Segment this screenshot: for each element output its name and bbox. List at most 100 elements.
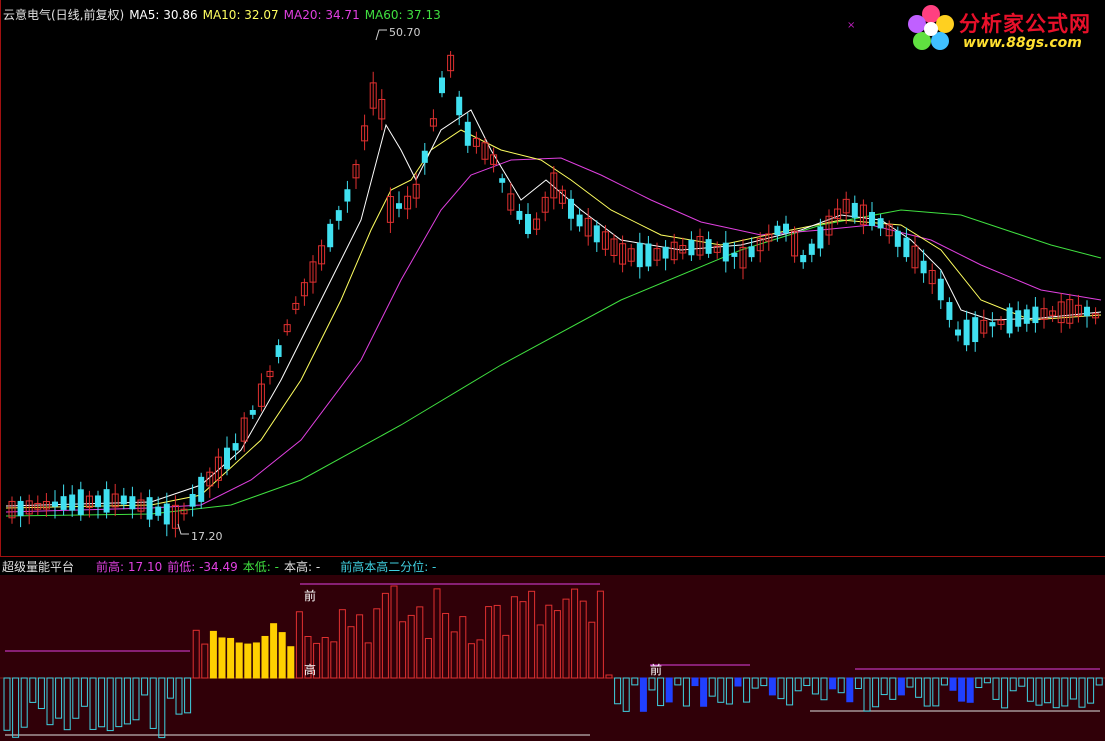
ma20-line <box>5 157 1102 513</box>
close-mark-icon[interactable]: × <box>847 20 855 31</box>
indicator-bar <box>218 637 226 679</box>
second-quantile-value: 前高本高二分位: - <box>340 560 437 574</box>
candle-down <box>198 476 205 502</box>
indicator-background <box>0 575 1105 741</box>
candle-down <box>645 243 652 267</box>
candlestick-chart-panel[interactable]: 云意电气(日线,前复权) MA5: 30.86 MA10: 32.07 MA20: 3… <box>0 0 1105 556</box>
indicator-bar <box>244 643 252 679</box>
indicator-bar <box>227 637 235 679</box>
indicator-bar <box>829 677 837 690</box>
candle-down <box>344 189 351 202</box>
indicator-bar <box>958 677 966 702</box>
candle-down <box>722 242 729 262</box>
indicator-bar <box>768 677 776 696</box>
candle-down <box>232 443 239 451</box>
main-chart-header: 云意电气(日线,前复权) MA5: 30.86 MA10: 32.07 MA20: 3… <box>3 6 446 23</box>
candle-down <box>894 230 901 247</box>
high-price-label: 50.70 <box>389 26 421 39</box>
candle-down <box>439 77 445 94</box>
candle-down <box>95 495 101 508</box>
indicator-name: 超级量能平台 <box>2 560 75 574</box>
candle-down <box>869 212 875 226</box>
candle-down <box>155 506 162 516</box>
candle-down <box>800 255 807 263</box>
candle-down <box>275 345 282 357</box>
candle-down <box>662 246 669 259</box>
low-price-pointer <box>177 523 189 535</box>
candle-down <box>103 489 110 513</box>
candle-down <box>989 322 996 327</box>
gao-marker: 高 <box>304 663 317 677</box>
candle-down <box>499 178 506 183</box>
candle-down <box>937 278 944 301</box>
candle-down <box>877 218 884 229</box>
candle-down <box>593 225 600 243</box>
logo-url: www.88gs.com <box>963 35 1082 51</box>
candle-down <box>963 319 970 346</box>
indicator-bar <box>287 646 295 679</box>
volume-indicator-panel[interactable]: 超级量能平台 前高: 17.10 前低: -34.49 本低: - 本高: - 前高本高二… <box>0 557 1105 741</box>
candle-down <box>568 198 574 219</box>
candle-down <box>120 495 127 505</box>
prev-high-value: 前高: 17.10 <box>96 560 163 574</box>
indicator-bar <box>278 632 286 679</box>
candle-down <box>456 96 463 116</box>
candle-down <box>60 496 67 510</box>
candle-down <box>817 226 824 249</box>
indicator-bar <box>665 677 673 703</box>
ma5-value: MA5: 30.86 <box>129 8 198 22</box>
candle-down <box>903 237 910 258</box>
candle-down <box>464 121 471 146</box>
candle-down <box>808 243 815 255</box>
indicator-bar <box>252 642 260 679</box>
high-price-pointer <box>375 29 387 41</box>
indicator-bar <box>691 677 699 687</box>
this-high-value: 本高: - <box>283 560 321 574</box>
candle-down <box>774 225 781 236</box>
candle-down <box>972 317 979 343</box>
stock-chart-window: 云意电气(日线,前复权) MA5: 30.86 MA10: 32.07 MA20: 3… <box>0 0 1105 741</box>
low-price-label: 17.20 <box>191 530 223 543</box>
candle-down <box>224 447 230 470</box>
candle-down <box>1023 309 1030 324</box>
candle-down <box>163 503 170 525</box>
candle-down <box>705 239 712 254</box>
qian-marker-2: 前 <box>650 663 663 677</box>
candle-down <box>1032 306 1039 324</box>
indicator-bar <box>734 677 742 687</box>
candle-down <box>920 260 927 274</box>
candle-down <box>1015 310 1022 327</box>
indicator-header: 超级量能平台 前高: 17.10 前低: -34.49 本低: - 本高: - 前高本高二… <box>2 558 441 575</box>
candle-down <box>327 223 334 248</box>
candle-down <box>955 329 961 336</box>
ma60-line <box>5 209 1102 517</box>
indicator-bar <box>949 677 957 691</box>
indicator-bar <box>966 677 974 703</box>
candle-down <box>1006 307 1013 334</box>
site-logo: 分析家公式网 www.88gs.com <box>903 2 1099 54</box>
candle-down <box>783 223 789 234</box>
ma10-value: MA10: 32.07 <box>202 8 279 22</box>
qian-marker: 前 <box>304 589 317 603</box>
candle-down <box>77 489 84 516</box>
indicator-bar <box>846 677 854 703</box>
ma60-value: MA60: 37.13 <box>364 8 441 22</box>
candle-down <box>396 203 402 209</box>
indicator-bar <box>235 642 243 679</box>
candle-down <box>146 497 153 520</box>
indicator-bar <box>209 630 217 679</box>
this-low-value: 本低: - <box>242 560 279 574</box>
indicator-bar <box>270 623 278 679</box>
candlestick-chart[interactable] <box>1 0 1105 556</box>
indicator-bar <box>639 677 647 712</box>
indicator-bar <box>261 635 269 679</box>
candle-down <box>748 246 755 258</box>
volume-indicator-chart[interactable] <box>0 557 1105 741</box>
candle-down <box>516 210 523 220</box>
candle-down <box>52 501 58 507</box>
candle-down <box>421 150 428 163</box>
logo-text: 分析家公式网 <box>959 12 1091 36</box>
indicator-bar <box>700 677 708 707</box>
candle-down <box>576 214 583 227</box>
flower-logo-icon <box>908 5 954 50</box>
